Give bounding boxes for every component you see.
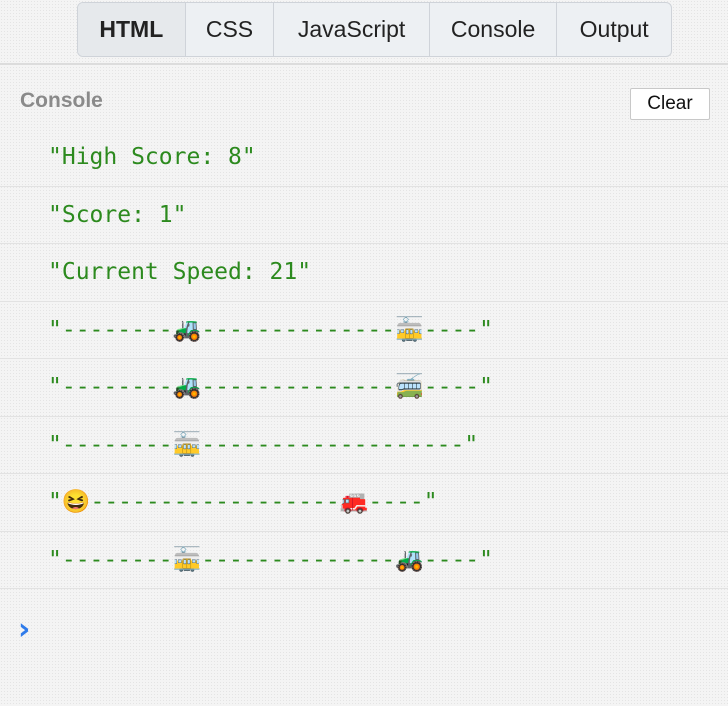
log-line: "Current Speed: 21" (0, 244, 728, 302)
clear-console-button[interactable]: Clear (630, 88, 710, 120)
log-line: "--------🚜--------------🚋----" (0, 302, 728, 359)
log-line: "😆------------------🚒----" (0, 474, 728, 532)
log-line: "--------🚋--------------🚜----" (0, 532, 728, 589)
log-line: "--------🚋-------------------" (0, 417, 728, 474)
log-line: "High Score: 8" (0, 129, 728, 187)
console-panel-title: Console (20, 89, 103, 112)
console-log: "High Score: 8" "Score: 1" "Current Spee… (0, 129, 728, 589)
tab-javascript[interactable]: JavaScript (274, 3, 430, 56)
chevron-right-icon: › (18, 612, 31, 647)
tab-html[interactable]: HTML (78, 3, 186, 56)
tab-output[interactable]: Output (557, 3, 671, 56)
log-line: "Score: 1" (0, 187, 728, 244)
log-line: "--------🚜--------------🚎----" (0, 359, 728, 417)
console-input[interactable] (44, 612, 704, 644)
editor-tab-bar: HTML CSS JavaScript Console Output (77, 2, 672, 57)
panel-divider (0, 63, 728, 65)
tab-console[interactable]: Console (430, 3, 558, 56)
tab-css[interactable]: CSS (186, 3, 275, 56)
